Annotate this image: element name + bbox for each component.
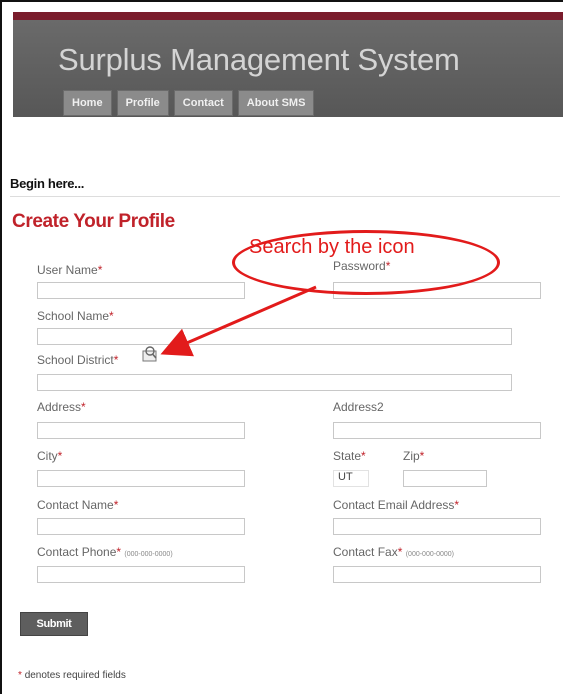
submit-button[interactable]: Submit — [20, 612, 88, 636]
required-fields-note: * denotes required fields — [18, 670, 126, 681]
annotation-arrow — [160, 285, 317, 357]
